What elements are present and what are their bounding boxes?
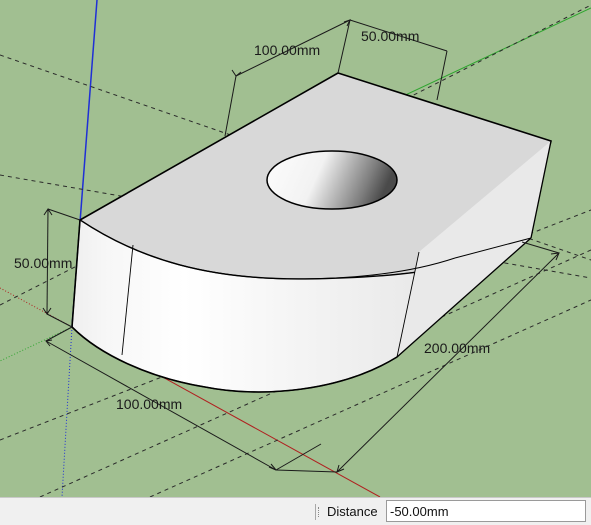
dim-length: 200.00mm: [424, 340, 490, 356]
measurements-input[interactable]: [386, 500, 586, 522]
hole: [266, 150, 398, 210]
green-axis-negative: [0, 326, 73, 362]
dim-top-width: 100.00mm: [254, 42, 320, 58]
viewport[interactable]: 100.00mm 50.00mm 50.00mm 100.00mm 200.00…: [0, 0, 591, 497]
dim-height: 50.00mm: [14, 255, 72, 271]
status-separator: [315, 504, 316, 520]
dim-front-width: 100.00mm: [116, 396, 182, 412]
dim-top-depth: 50.00mm: [361, 28, 419, 44]
status-bar: Distance: [0, 497, 591, 525]
measurements-label: Distance: [327, 504, 378, 519]
resize-grip-icon[interactable]: [318, 507, 321, 517]
